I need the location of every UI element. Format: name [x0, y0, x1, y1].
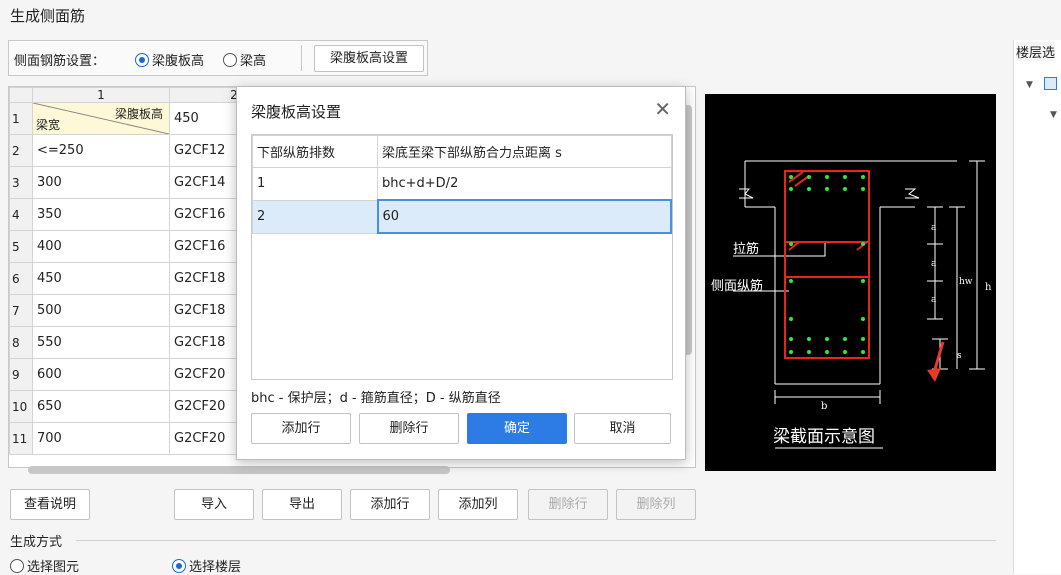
settings-label: 侧面钢筋设置：: [14, 54, 106, 69]
table-cell[interactable]: 500: [32, 294, 170, 327]
divider: [301, 45, 302, 71]
expand-icon[interactable]: ▼: [1026, 80, 1033, 90]
beam-section-diagram: 拉筋 侧面纵筋 a a a hw h s b 梁截面示意图: [705, 94, 996, 471]
close-icon[interactable]: ✕: [654, 97, 671, 121]
window-title: 生成侧面筋: [10, 7, 86, 25]
radio-selected-indicator: [172, 559, 186, 573]
table-cell[interactable]: 550: [32, 326, 170, 359]
row-number[interactable]: 4: [9, 198, 33, 231]
row-number[interactable]: 11: [9, 422, 33, 455]
svg-text:a: a: [931, 259, 937, 269]
radio-selected-indicator: [135, 53, 149, 67]
table-cell[interactable]: 400: [32, 230, 170, 263]
help-button[interactable]: 查看说明: [10, 489, 90, 520]
row-number[interactable]: 6: [9, 262, 33, 295]
corner-bottom-label: 梁宽: [36, 118, 61, 132]
table-cell[interactable]: bhc+d+D/2: [377, 167, 672, 201]
grid-corner: [9, 87, 33, 103]
radio-select-element-label: 选择图元: [27, 560, 80, 575]
dialog-delete-row-button[interactable]: 删除行: [359, 413, 459, 444]
row-number[interactable]: 5: [9, 230, 33, 263]
export-button[interactable]: 导出: [262, 489, 342, 520]
web-height-settings-dialog: 梁腹板高设置 ✕ 下部纵筋排数 梁底至梁下部纵筋合力点距离 s 1 bhc+d+…: [236, 86, 686, 460]
table-cell[interactable]: 650: [32, 390, 170, 423]
row-number[interactable]: 9: [9, 358, 33, 391]
table-cell[interactable]: 700: [32, 422, 170, 455]
diagram-caption: 梁截面示意图: [773, 427, 875, 447]
dialog-note: bhc - 保护层；d - 箍筋直径；D - 纵筋直径: [251, 391, 501, 406]
corner-top-label: 梁腹板高: [114, 107, 163, 121]
row-number[interactable]: 3: [9, 166, 33, 199]
radio-beam-height[interactable]: 梁高: [223, 50, 266, 69]
table-cell[interactable]: 1: [252, 167, 378, 201]
side-rebar-settings: 侧面钢筋设置： 梁腹板高 梁高 梁腹板高设置: [8, 40, 428, 76]
radio-select-floor[interactable]: 选择楼层: [172, 556, 241, 575]
svg-text:a: a: [931, 223, 937, 233]
import-button[interactable]: 导入: [174, 489, 254, 520]
web-height-settings-button[interactable]: 梁腹板高设置: [314, 45, 424, 72]
tie-label: 拉筋: [733, 241, 759, 257]
row-number[interactable]: 1: [9, 102, 33, 135]
svg-text:a: a: [931, 295, 937, 305]
table-cell[interactable]: 600: [32, 358, 170, 391]
radio-web-height-label: 梁腹板高: [152, 54, 205, 69]
svg-text:b: b: [821, 401, 827, 412]
col-header-1[interactable]: 1: [32, 87, 170, 103]
dialog-table: 下部纵筋排数 梁底至梁下部纵筋合力点距离 s 1 bhc+d+D/2 2 60: [251, 134, 673, 380]
row-number[interactable]: 2: [9, 134, 33, 167]
table-cell[interactable]: 450: [32, 262, 170, 295]
delete-row-button[interactable]: 删除行: [528, 489, 608, 520]
table-cell[interactable]: <=250: [32, 134, 170, 167]
radio-web-height[interactable]: 梁腹板高: [135, 50, 204, 69]
table-cell[interactable]: 300: [32, 166, 170, 199]
delete-column-button[interactable]: 删除列: [616, 489, 696, 520]
row-number[interactable]: 10: [9, 390, 33, 423]
svg-text:h: h: [985, 282, 992, 293]
table-cell[interactable]: 350: [32, 198, 170, 231]
cancel-button[interactable]: 取消: [574, 413, 671, 444]
svg-text:s: s: [957, 351, 962, 361]
ok-button[interactable]: 确定: [467, 413, 567, 444]
tree-checkbox[interactable]: [1044, 77, 1057, 90]
expand-icon[interactable]: ▼: [1050, 110, 1057, 120]
add-row-button[interactable]: 添加行: [350, 489, 430, 520]
radio-select-element[interactable]: 选择图元: [10, 556, 79, 575]
table-cell[interactable]: 2: [252, 199, 378, 234]
floor-select-panel: 楼层选 ▼ ▼: [1013, 40, 1061, 574]
svg-text:hw: hw: [959, 277, 973, 287]
radio-indicator: [223, 53, 237, 67]
side-rebar-label: 侧面纵筋: [711, 278, 763, 294]
dialog-add-row-button[interactable]: 添加行: [251, 413, 351, 444]
table-cell-selected[interactable]: 60: [376, 199, 672, 234]
floor-panel-title: 楼层选: [1016, 42, 1056, 61]
generate-mode-label: 生成方式: [10, 535, 63, 550]
dialog-col-header-2: 梁底至梁下部纵筋合力点距离 s: [377, 135, 672, 168]
dialog-title: 梁腹板高设置: [251, 103, 342, 121]
radio-beam-height-label: 梁高: [240, 54, 267, 69]
horizontal-scrollbar[interactable]: [28, 466, 450, 474]
row-number[interactable]: 7: [9, 294, 33, 327]
radio-indicator: [10, 559, 24, 573]
section-divider: [76, 540, 996, 541]
row-number[interactable]: 8: [9, 326, 33, 359]
add-column-button[interactable]: 添加列: [438, 489, 518, 520]
diagonal-header-cell: 梁腹板高 梁宽: [32, 102, 170, 135]
radio-select-floor-label: 选择楼层: [189, 560, 242, 575]
beam-section-drawing: 拉筋 侧面纵筋 a a a hw h s b 梁截面示意图: [711, 160, 992, 449]
dialog-col-header-1: 下部纵筋排数: [252, 135, 378, 168]
